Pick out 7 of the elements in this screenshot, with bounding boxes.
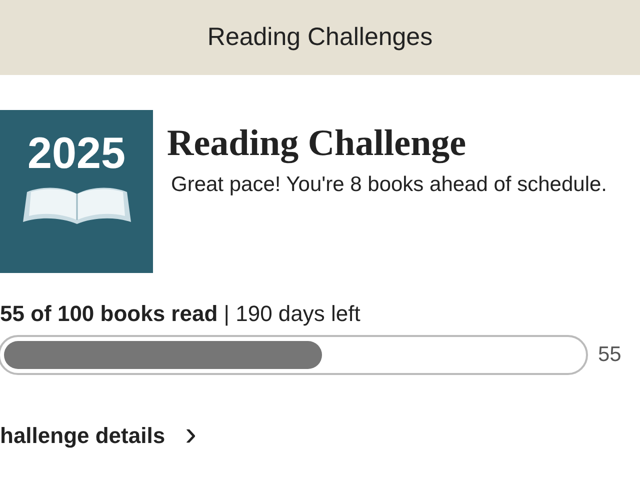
progress-percent: 55	[598, 343, 622, 367]
challenge-title: Reading Challenge	[167, 122, 468, 165]
pace-message: Great pace! You're 8 books ahead of schedule.	[170, 172, 608, 198]
cover-year: 2025	[28, 132, 126, 176]
progress-summary: 55 of 100 books read | 190 days left	[0, 301, 362, 327]
header-title: Reading Challenges	[207, 23, 433, 52]
open-book-icon	[22, 186, 130, 226]
